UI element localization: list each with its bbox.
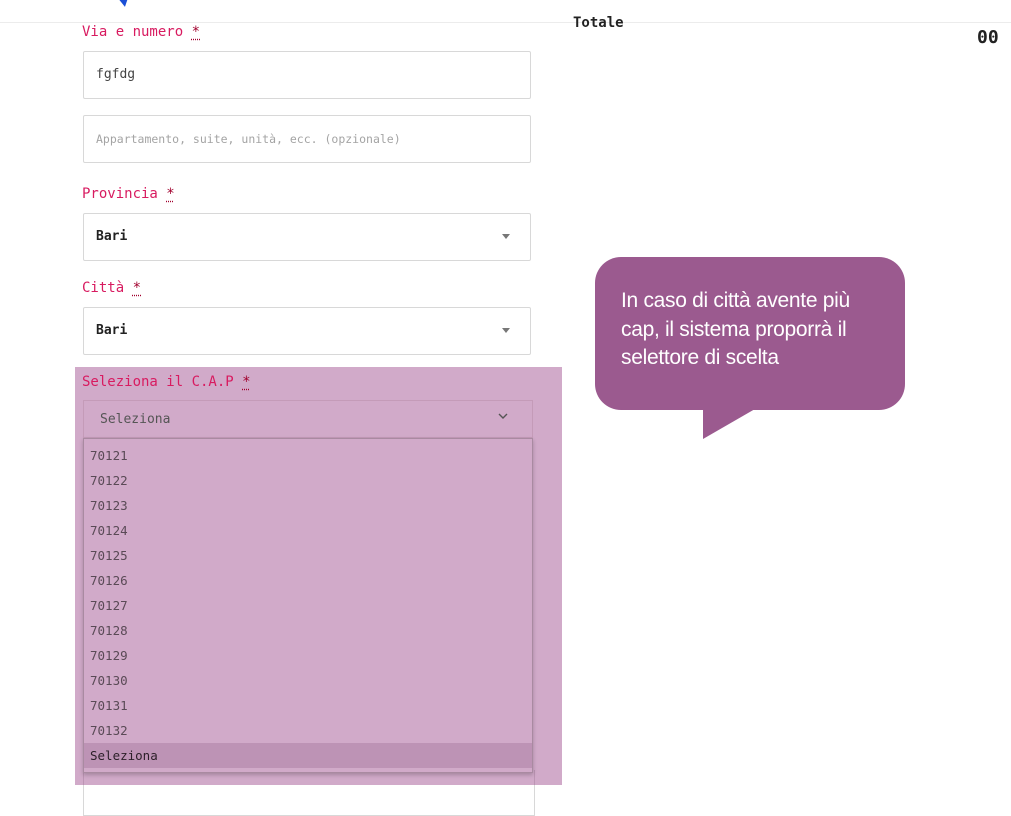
cap-option[interactable]: 70123 xyxy=(84,493,532,518)
required-marker: * xyxy=(191,24,201,40)
required-marker: * xyxy=(132,280,142,296)
province-value: Bari xyxy=(96,229,128,244)
apartment-field[interactable]: Appartamento, suite, unità, ecc. (opzion… xyxy=(83,115,531,163)
cap-option[interactable]: Seleziona xyxy=(84,743,532,768)
street-label: Via e numero * xyxy=(82,24,200,40)
cap-label: Seleziona il C.A.P * xyxy=(82,374,251,390)
callout-tail xyxy=(703,409,755,439)
province-select[interactable]: Bari xyxy=(83,213,531,261)
cap-option[interactable]: 70126 xyxy=(84,568,532,593)
street-value: fgfdg xyxy=(96,67,136,82)
cap-label-text: Seleziona il C.A.P xyxy=(82,374,234,390)
cap-option[interactable]: 70129 xyxy=(84,643,532,668)
required-marker: * xyxy=(166,186,175,202)
city-label-text: Città xyxy=(82,280,125,296)
street-field[interactable]: fgfdg xyxy=(83,51,531,99)
cap-option[interactable]: 70122 xyxy=(84,468,532,493)
caret-down-icon xyxy=(502,328,510,333)
cap-option[interactable]: 70127 xyxy=(84,593,532,618)
cap-select[interactable]: Seleziona xyxy=(83,400,533,438)
caret-down-icon xyxy=(502,234,510,239)
callout-bubble: In caso di città avente più cap, il sist… xyxy=(595,257,905,439)
street-label-text: Via e numero xyxy=(82,24,184,40)
top-bar xyxy=(0,0,1011,23)
city-select[interactable]: Bari xyxy=(83,307,531,355)
required-marker: * xyxy=(242,374,251,390)
city-label: Città * xyxy=(82,280,141,296)
city-value: Bari xyxy=(96,323,128,338)
cap-option[interactable]: 70132 xyxy=(84,718,532,743)
logo-icon xyxy=(117,0,131,8)
cap-dropdown-list: 70121 70122 70123 70124 70125 70126 70127 70128… xyxy=(83,438,533,773)
cap-option[interactable]: 70128 xyxy=(84,618,532,643)
cap-option[interactable]: 70131 xyxy=(84,693,532,718)
callout-text: In caso di città avente più cap, il sist… xyxy=(621,289,850,369)
total-label: Totale xyxy=(573,15,624,31)
cap-select-value: Seleziona xyxy=(100,412,171,427)
apartment-placeholder: Appartamento, suite, unità, ecc. (opzion… xyxy=(96,132,401,146)
province-label-text: Provincia xyxy=(82,186,158,202)
total-value: 00 xyxy=(977,27,999,48)
cap-option[interactable]: 70121 xyxy=(84,443,532,468)
cap-option[interactable]: 70130 xyxy=(84,668,532,693)
province-label: Provincia * xyxy=(82,186,175,202)
cap-option[interactable]: 70125 xyxy=(84,543,532,568)
chevron-down-icon xyxy=(498,409,508,423)
cap-option[interactable]: 70124 xyxy=(84,518,532,543)
